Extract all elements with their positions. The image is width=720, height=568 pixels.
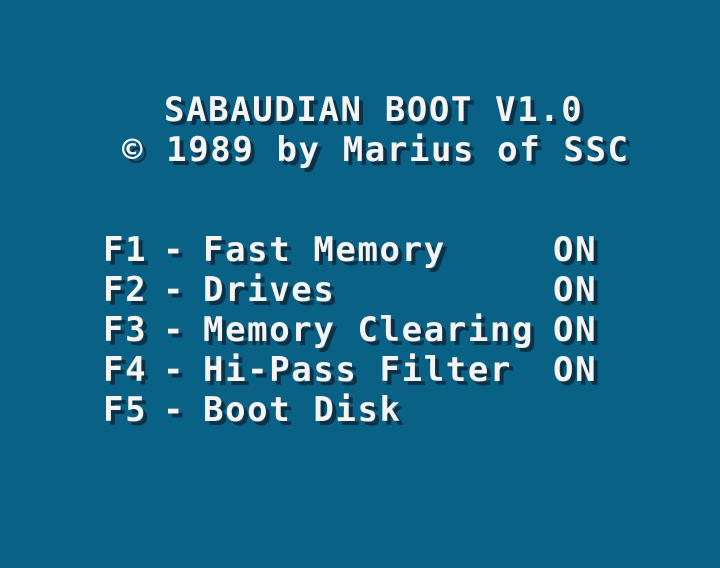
menu-item-fast-memory[interactable]: F1 - Fast Memory ON <box>103 230 623 270</box>
function-key: F4 <box>103 350 148 390</box>
separator: - <box>163 310 186 350</box>
function-key: F2 <box>103 270 148 310</box>
menu-item-label: Fast Memory <box>203 230 446 270</box>
separator: - <box>163 270 186 310</box>
menu-item-label: Boot Disk <box>203 390 402 430</box>
status-value: ON <box>553 270 598 310</box>
separator: - <box>163 390 186 430</box>
status-value: ON <box>553 310 598 350</box>
boot-screen: SABAUDIAN BOOT V1.0 © 1989 by Marius of … <box>0 0 720 568</box>
separator: - <box>163 230 186 270</box>
status-value: ON <box>553 350 598 390</box>
copyright-line: © 1989 by Marius of SSC <box>122 130 630 170</box>
separator: - <box>163 350 186 390</box>
menu-item-label: Hi-Pass Filter <box>203 350 512 390</box>
function-key: F1 <box>103 230 148 270</box>
menu-item-drives[interactable]: F2 - Drives ON <box>103 270 623 310</box>
menu-item-memory-clearing[interactable]: F3 - Memory Clearing ON <box>103 310 623 350</box>
status-value: ON <box>553 230 598 270</box>
menu-item-hi-pass-filter[interactable]: F4 - Hi-Pass Filter ON <box>103 350 623 390</box>
function-key: F5 <box>103 390 148 430</box>
function-key: F3 <box>103 310 148 350</box>
menu-item-label: Memory Clearing <box>203 310 535 350</box>
boot-title: SABAUDIAN BOOT V1.0 <box>164 90 584 130</box>
menu-item-boot-disk[interactable]: F5 - Boot Disk <box>103 390 623 430</box>
menu-item-label: Drives <box>203 270 336 310</box>
